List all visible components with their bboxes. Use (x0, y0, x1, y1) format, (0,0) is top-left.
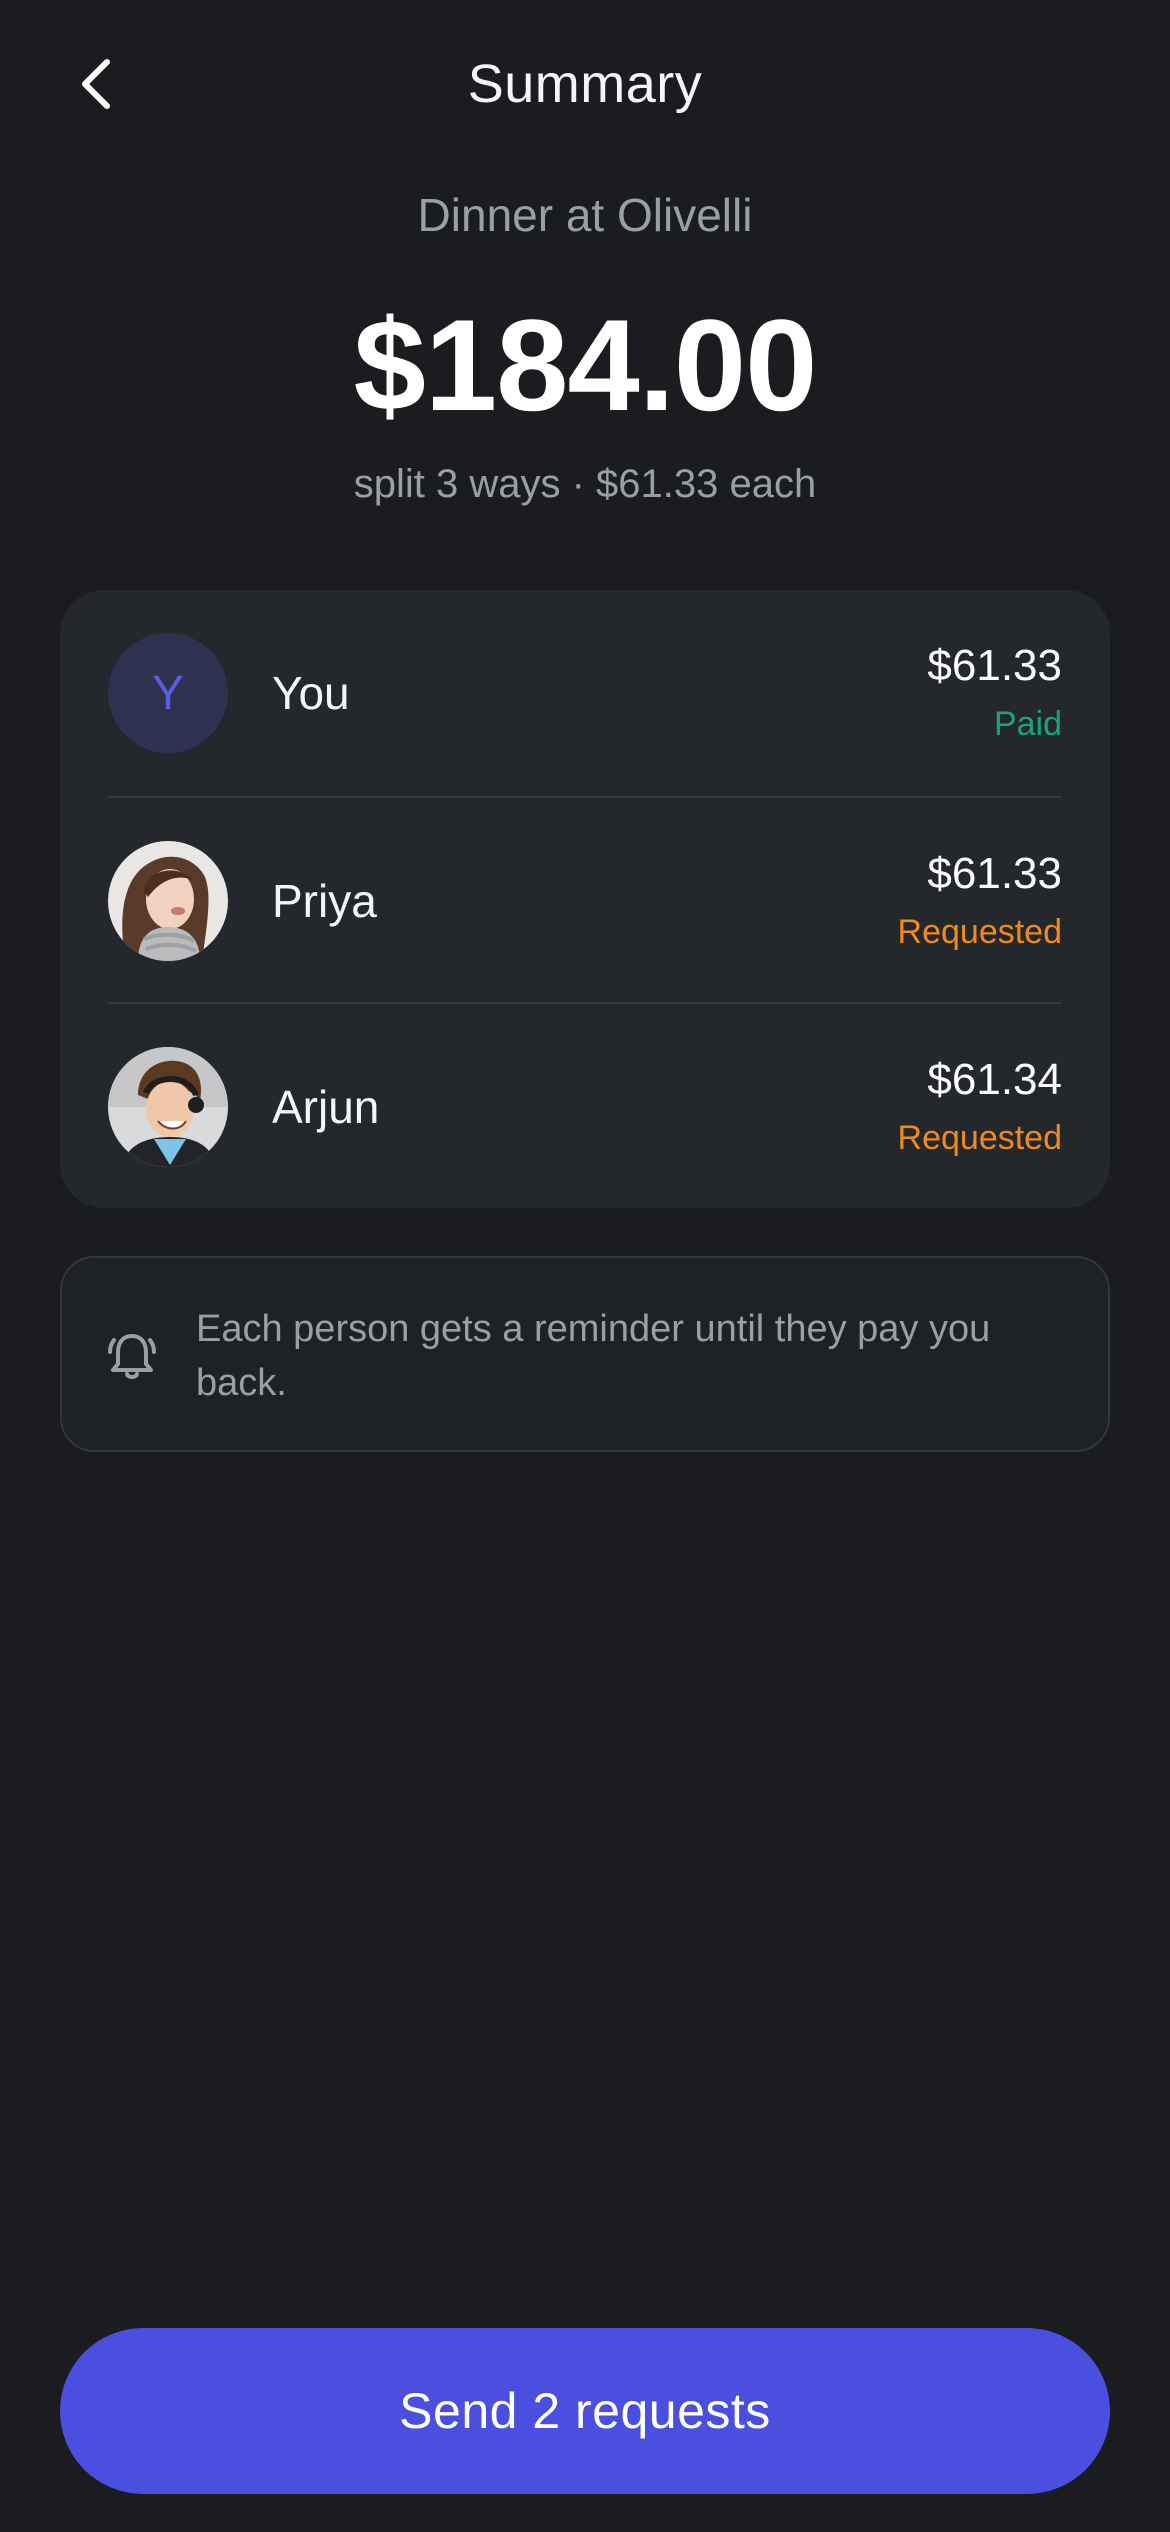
avatar-initial: Y (151, 666, 184, 720)
avatar (108, 841, 228, 961)
person-row-you[interactable]: Y You $61.33 Paid (108, 590, 1062, 796)
split-info: split 3 ways · $61.33 each (353, 462, 817, 506)
person-name: Arjun (272, 1081, 380, 1133)
summary-screen: Summary Dinner at Olivelli $184.00 split… (0, 0, 1170, 2532)
send-requests-label: Send 2 requests (399, 2383, 771, 2439)
total-amount: $184.00 (353, 292, 818, 438)
person-amounts: $61.33 Requested (898, 846, 1062, 956)
reminder-text: Each person gets a reminder until they p… (196, 1308, 991, 1404)
status-badge: Requested (897, 913, 1062, 951)
person-name: Priya (272, 875, 377, 927)
person-amount: $61.33 (927, 849, 1062, 898)
person-amount: $61.33 (927, 641, 1062, 690)
person-photo-icon (108, 841, 228, 961)
send-requests-button[interactable]: Send 2 requests (60, 2328, 1110, 2494)
status-badge: Requested (897, 1119, 1062, 1157)
people-list: Y You $61.33 Paid Priya $61.33 Requested… (60, 590, 1110, 1208)
person-row-arjun[interactable]: Arjun $61.34 Requested (108, 1002, 1062, 1210)
person-photo-icon (108, 1047, 228, 1167)
reminder-note: Each person gets a reminder until they p… (60, 1256, 1110, 1452)
person-amounts: $61.34 Requested (898, 1052, 1062, 1162)
person-row-priya[interactable]: Priya $61.33 Requested (108, 796, 1062, 1004)
bell-icon (108, 1334, 156, 1379)
event-name: Dinner at Olivelli (417, 189, 753, 241)
person-amounts: $61.33 Paid (927, 638, 1062, 748)
person-name: You (272, 667, 350, 719)
person-amount: $61.34 (927, 1055, 1062, 1104)
status-badge: Paid (993, 705, 1062, 743)
avatar: Y (108, 633, 228, 753)
page-title: Summary (467, 54, 703, 114)
avatar (108, 1047, 228, 1167)
